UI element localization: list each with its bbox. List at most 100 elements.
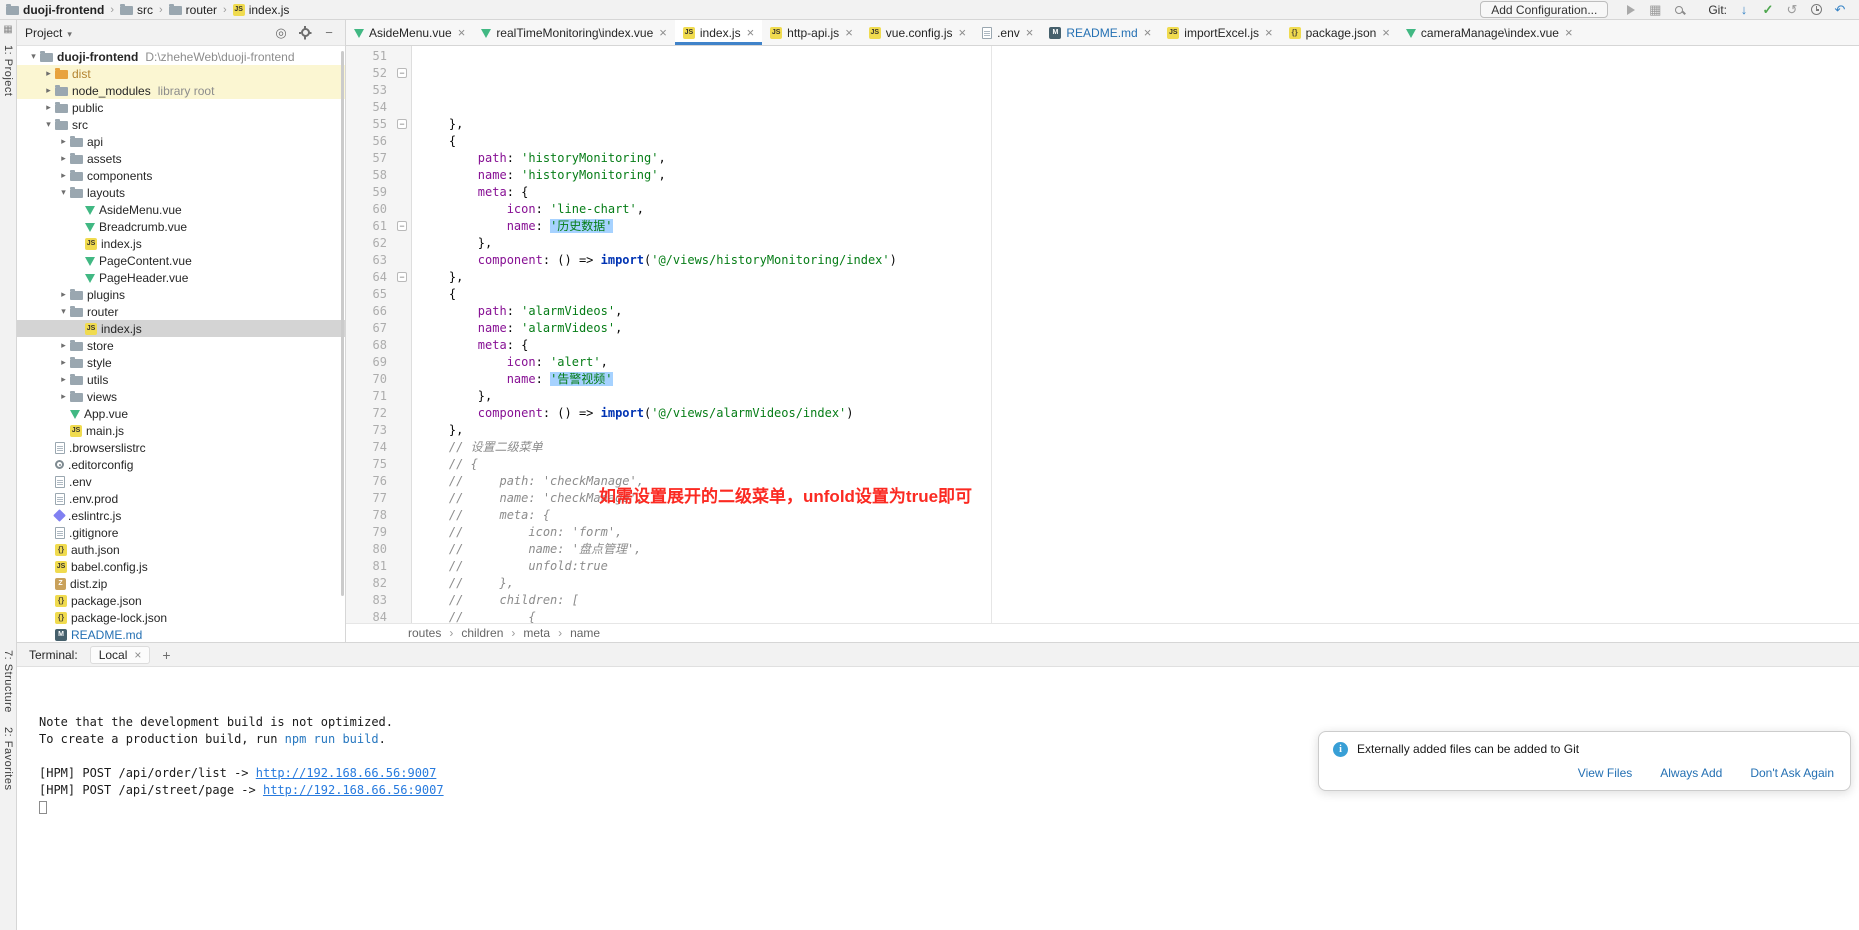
tree-item[interactable]: dist.zip bbox=[17, 575, 345, 592]
editor-breadcrumb-item[interactable]: name bbox=[570, 626, 600, 640]
tree-item[interactable]: ▾layouts bbox=[17, 184, 345, 201]
chevron-right-icon[interactable]: ▸ bbox=[57, 357, 70, 368]
fold-marker[interactable]: − bbox=[397, 221, 407, 231]
breadcrumb-item[interactable]: index.js bbox=[233, 3, 290, 17]
editor-tab[interactable]: realTimeMonitoring\index.vue bbox=[473, 20, 675, 45]
code-line[interactable]: path: 'alarmVideos', bbox=[420, 303, 1859, 320]
code-line[interactable]: component: () => import('@/views/history… bbox=[420, 252, 1859, 269]
editor-tab[interactable]: vue.config.js bbox=[861, 20, 974, 45]
tree-item[interactable]: ▸public bbox=[17, 99, 345, 116]
tree-item[interactable]: ▸views bbox=[17, 388, 345, 405]
notification-action-link[interactable]: Always Add bbox=[1660, 765, 1722, 782]
code-line[interactable]: name: '告警视频' bbox=[420, 371, 1859, 388]
tree-item[interactable]: ▾src bbox=[17, 116, 345, 133]
tree-item[interactable]: ▸components bbox=[17, 167, 345, 184]
code-line[interactable]: }, bbox=[420, 116, 1859, 133]
code-line[interactable]: meta: { bbox=[420, 184, 1859, 201]
terminal-link[interactable]: http://192.168.66.56:9007 bbox=[263, 783, 444, 797]
add-configuration-button[interactable]: Add Configuration... bbox=[1480, 1, 1608, 18]
fold-marker[interactable]: − bbox=[397, 272, 407, 282]
tree-item[interactable]: index.js bbox=[17, 235, 345, 252]
terminal-link[interactable]: http://192.168.66.56:9007 bbox=[256, 766, 437, 780]
terminal-body[interactable]: Note that the development build is not o… bbox=[17, 667, 1859, 930]
code-line[interactable]: // }, bbox=[420, 575, 1859, 592]
chevron-right-icon[interactable]: ▸ bbox=[57, 170, 70, 181]
run-icon[interactable] bbox=[1622, 1, 1640, 18]
tree-item[interactable]: ▸plugins bbox=[17, 286, 345, 303]
code-line[interactable]: icon: 'line-chart', bbox=[420, 201, 1859, 218]
tree-item[interactable]: ▸utils bbox=[17, 371, 345, 388]
terminal-tab-local[interactable]: Local bbox=[90, 646, 151, 664]
settings-icon[interactable] bbox=[297, 28, 313, 37]
tree-item[interactable]: ▾duoji-frontendD:\zheheWeb\duoji-fronten… bbox=[17, 48, 345, 65]
search-everywhere-icon[interactable] bbox=[1670, 1, 1688, 18]
tool-button-favorites[interactable]: 2: Favorites bbox=[2, 727, 14, 790]
tree-item[interactable]: ▾router bbox=[17, 303, 345, 320]
tree-item[interactable]: main.js bbox=[17, 422, 345, 439]
tree-item[interactable]: .env.prod bbox=[17, 490, 345, 507]
history-icon[interactable] bbox=[1807, 1, 1825, 18]
code-line[interactable]: meta: { bbox=[420, 337, 1859, 354]
chevron-right-icon[interactable]: ▸ bbox=[57, 391, 70, 402]
scrollbar-thumb[interactable] bbox=[341, 51, 344, 596]
tree-item[interactable]: PageHeader.vue bbox=[17, 269, 345, 286]
editor-tab[interactable]: README.md bbox=[1041, 20, 1159, 45]
code-line[interactable]: { bbox=[420, 133, 1859, 150]
editor-tab[interactable]: http-api.js bbox=[762, 20, 861, 45]
breadcrumb-item[interactable]: router bbox=[169, 3, 217, 17]
notification-action-link[interactable]: View Files bbox=[1578, 765, 1632, 782]
git-commit-icon[interactable] bbox=[1759, 1, 1777, 18]
close-icon[interactable] bbox=[1265, 25, 1273, 40]
tree-item[interactable]: .gitignore bbox=[17, 524, 345, 541]
breadcrumb-item[interactable]: duoji-frontend bbox=[6, 3, 104, 17]
chevron-down-icon[interactable]: ▾ bbox=[57, 187, 70, 198]
code-line[interactable]: // meta: { bbox=[420, 507, 1859, 524]
code-line[interactable]: // unfold:true bbox=[420, 558, 1859, 575]
editor-tab[interactable]: package.json bbox=[1281, 20, 1398, 45]
tree-item[interactable]: App.vue bbox=[17, 405, 345, 422]
tree-item[interactable]: ▸store bbox=[17, 337, 345, 354]
tree-item[interactable]: ▸assets bbox=[17, 150, 345, 167]
project-view-selector[interactable]: Project bbox=[25, 26, 72, 40]
tool-window-switcher-icon[interactable] bbox=[3, 24, 12, 35]
code-line[interactable]: // { bbox=[420, 456, 1859, 473]
close-icon[interactable] bbox=[134, 648, 141, 662]
chevron-right-icon[interactable]: ▸ bbox=[57, 289, 70, 300]
tree-item[interactable]: .eslintrc.js bbox=[17, 507, 345, 524]
chevron-right-icon[interactable]: ▸ bbox=[57, 136, 70, 147]
tree-item[interactable]: index.js bbox=[17, 320, 345, 337]
editor-tab[interactable]: .env bbox=[974, 20, 1041, 45]
tree-item[interactable]: AsideMenu.vue bbox=[17, 201, 345, 218]
code-line[interactable]: // children: [ bbox=[420, 592, 1859, 609]
profiler-icon[interactable] bbox=[1646, 1, 1664, 18]
tree-item[interactable]: README.md bbox=[17, 626, 345, 642]
undo-icon[interactable] bbox=[1831, 1, 1849, 18]
close-icon[interactable] bbox=[1382, 25, 1390, 40]
breadcrumb-item[interactable]: src bbox=[120, 3, 153, 17]
close-icon[interactable] bbox=[845, 25, 853, 40]
code-line[interactable]: path: 'historyMonitoring', bbox=[420, 150, 1859, 167]
code-line[interactable]: name: '历史数据' bbox=[420, 218, 1859, 235]
code-line[interactable]: // name: '盘点管理', bbox=[420, 541, 1859, 558]
tree-item[interactable]: .browserslistrc bbox=[17, 439, 345, 456]
git-update-icon[interactable] bbox=[1735, 1, 1753, 18]
tree-item[interactable]: PageContent.vue bbox=[17, 252, 345, 269]
code-line[interactable]: component: () => import('@/views/alarmVi… bbox=[420, 405, 1859, 422]
tree-item[interactable]: ▸node_moduleslibrary root bbox=[17, 82, 345, 99]
editor-breadcrumb-item[interactable]: routes bbox=[408, 626, 441, 640]
close-icon[interactable] bbox=[458, 25, 466, 40]
editor-tab[interactable]: AsideMenu.vue bbox=[346, 20, 473, 45]
code-line[interactable]: // icon: 'form', bbox=[420, 524, 1859, 541]
code-line[interactable]: name: 'alarmVideos', bbox=[420, 320, 1859, 337]
editor-tab[interactable]: index.js bbox=[675, 20, 762, 45]
close-icon[interactable] bbox=[1026, 25, 1034, 40]
editor-breadcrumb-item[interactable]: children bbox=[461, 626, 503, 640]
code-line[interactable]: }, bbox=[420, 269, 1859, 286]
tree-item[interactable]: package.json bbox=[17, 592, 345, 609]
close-icon[interactable] bbox=[958, 25, 966, 40]
tree-item[interactable]: ▸dist bbox=[17, 65, 345, 82]
chevron-right-icon[interactable]: ▸ bbox=[42, 102, 55, 113]
code-line[interactable]: }, bbox=[420, 422, 1859, 439]
chevron-right-icon[interactable]: ▸ bbox=[57, 340, 70, 351]
tree-item[interactable]: auth.json bbox=[17, 541, 345, 558]
